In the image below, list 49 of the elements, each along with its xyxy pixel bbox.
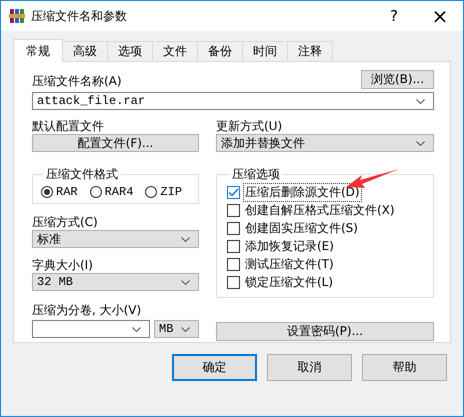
checkbox-option[interactable]: 创建自解压格式压缩文件(X) [227, 201, 427, 219]
checkbox[interactable] [227, 222, 240, 234]
field-label: 压缩文件名称(A) [32, 73, 122, 89]
chevron-icon [181, 326, 190, 332]
radio-option[interactable]: RAR4 [90, 185, 134, 199]
chevron-icon [416, 140, 425, 146]
radio-button[interactable] [41, 186, 53, 198]
tab[interactable]: 常规 [13, 39, 63, 62]
dialog-button[interactable]: 帮助 [362, 354, 447, 381]
chevron-icon [416, 98, 425, 104]
checkbox[interactable] [227, 186, 240, 198]
checkbox-option[interactable]: 添加恢复记录(E) [227, 237, 427, 255]
update-mode-select[interactable]: 添加并替换文件 [216, 134, 434, 152]
browse-button[interactable]: 浏览(B)... [361, 70, 434, 89]
filename-combo[interactable]: attack_file.rar [32, 92, 434, 110]
method-select[interactable]: 标准 [32, 230, 199, 248]
radio-button[interactable] [90, 186, 102, 198]
group-title: 压缩文件格式 [45, 166, 119, 183]
checkbox[interactable] [227, 276, 240, 288]
field-label: 压缩为分卷, 大小(V) [32, 302, 142, 318]
field-label: 压缩方式(C) [32, 214, 99, 230]
dialog-button[interactable]: 确定 [172, 354, 257, 381]
field-label: 更新方式(U) [216, 118, 284, 134]
checkbox[interactable] [227, 258, 240, 270]
radio-option[interactable]: RAR [41, 185, 78, 199]
chevron-icon [181, 236, 190, 242]
radio-button[interactable] [145, 186, 158, 198]
help-button[interactable]: ? [371, 1, 417, 31]
dialog-button[interactable]: 取消 [267, 354, 352, 381]
unit-select[interactable]: MB [154, 320, 199, 338]
dictionary-select[interactable]: 32 MB [32, 273, 199, 291]
checkbox-option[interactable]: 锁定压缩文件(L) [227, 273, 427, 291]
checkbox[interactable] [227, 240, 240, 252]
checkbox[interactable] [227, 204, 240, 216]
chevron-icon [181, 280, 190, 284]
checkbox-option[interactable]: 创建固实压缩文件(S) [227, 219, 427, 237]
window-title: 压缩文件名和参数 [31, 8, 127, 24]
field-label: 默认配置文件 [32, 118, 105, 134]
tab[interactable]: 注释 [287, 41, 333, 61]
chevron-icon [132, 326, 141, 332]
group-title: 压缩选项 [231, 166, 281, 183]
field-label: 字典大小(I) [32, 257, 94, 273]
password-button[interactable]: 设置密码(P)... [216, 322, 434, 341]
volume-size-combo[interactable] [32, 320, 150, 338]
checkbox-option[interactable]: 测试压缩文件(T) [227, 255, 427, 273]
profile-button[interactable]: 配置文件(F)... [32, 134, 199, 152]
close-button[interactable]: × [417, 1, 463, 31]
radio-option[interactable]: ZIP [145, 185, 182, 199]
books-icon [9, 8, 25, 24]
